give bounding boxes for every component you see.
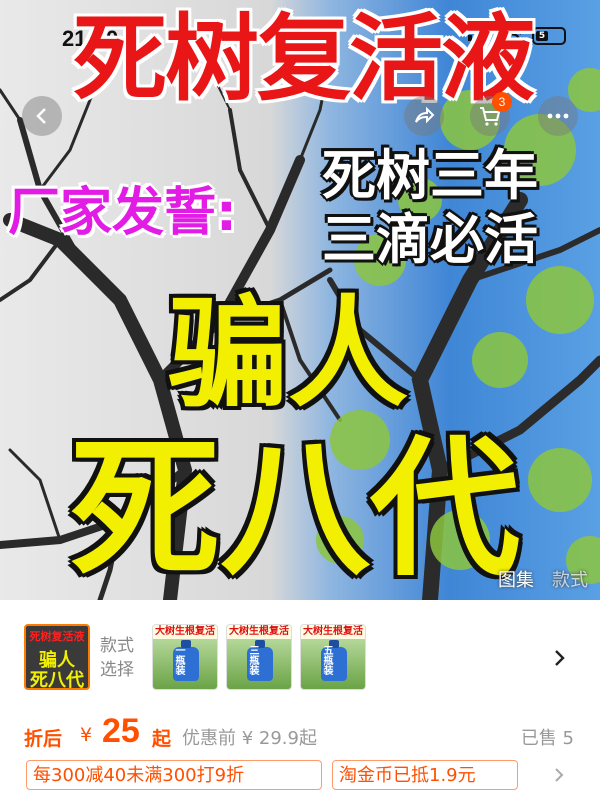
- coupon-taojinbi[interactable]: 淘金币已抵1.9元: [332, 760, 518, 790]
- variant-thumb-header: 大树生根复活: [153, 625, 217, 639]
- coupon-discount[interactable]: 每300减40未满300打9折: [26, 760, 322, 790]
- variant-selector[interactable]: 死树复活液 骗人 死八代 款式选择 大树生根复活 一瓶装 大树生根复活 三瓶装 …: [0, 600, 600, 710]
- variant-thumb-tag: 五瓶装: [321, 645, 332, 675]
- original-price: 优惠前 ¥ 29.9起: [182, 728, 317, 749]
- chevron-right-icon[interactable]: [552, 766, 566, 784]
- price-amount: 25: [102, 712, 140, 750]
- cart-button[interactable]: 3: [470, 92, 512, 136]
- coupon-row[interactable]: 每300减40未满300打9折 淘金币已抵1.9元: [0, 760, 600, 796]
- chevron-left-icon: [36, 108, 46, 124]
- cart-count-badge: 3: [492, 92, 512, 112]
- variant-thumb-header: 大树生根复活: [227, 625, 291, 639]
- hero-scam-line2: 死八代: [70, 423, 521, 597]
- hero-claim: 死树三年 三滴必活: [322, 144, 538, 272]
- share-icon: [415, 106, 435, 124]
- variant-thumb-3[interactable]: 大树生根复活 五瓶装: [300, 624, 366, 690]
- currency-symbol: ¥: [80, 724, 93, 746]
- variant-thumb-header: 大树生根复活: [301, 625, 365, 639]
- chevron-right-icon[interactable]: [552, 648, 568, 668]
- sold-count: 已售 5: [520, 728, 574, 749]
- variant-thumb-tag: 一瓶装: [173, 645, 184, 675]
- hero-scam-line1: 骗人: [168, 285, 408, 424]
- more-icon: [547, 113, 569, 119]
- style-select-label[interactable]: 款式选择: [100, 634, 146, 682]
- after-discount-label: 折后: [24, 728, 63, 750]
- price-suffix: 起: [152, 728, 172, 750]
- share-button[interactable]: [404, 96, 444, 136]
- variant-thumb-2[interactable]: 大树生根复活 三瓶装: [226, 624, 292, 690]
- more-button[interactable]: [538, 96, 578, 136]
- tab-gallery[interactable]: 图集: [498, 566, 534, 592]
- hero-claim-line2: 三滴必活: [322, 208, 538, 271]
- back-button[interactable]: [22, 96, 62, 136]
- price-row: 折后 ¥ 25 起 优惠前 ¥ 29.9起 已售 5: [0, 712, 600, 756]
- variant-thumb-1[interactable]: 大树生根复活 一瓶装: [152, 624, 218, 690]
- hero-vow-text: 厂家发誓:: [8, 183, 237, 243]
- hero-claim-line1: 死树三年: [322, 144, 538, 207]
- thumb-title: 死树复活液: [29, 630, 85, 643]
- variant-thumb-tag: 三瓶装: [247, 645, 258, 675]
- gallery-tabs: 图集 款式: [498, 566, 588, 592]
- product-hero-image[interactable]: 21:40 5 死树复活液 3 厂家发誓: 死树三年 三滴必活 骗人 死八代 图…: [0, 0, 600, 600]
- variant-thumb-selected[interactable]: 死树复活液 骗人 死八代: [24, 624, 90, 690]
- tab-styles[interactable]: 款式: [552, 566, 588, 592]
- thumb-line3: 死八代: [30, 670, 84, 690]
